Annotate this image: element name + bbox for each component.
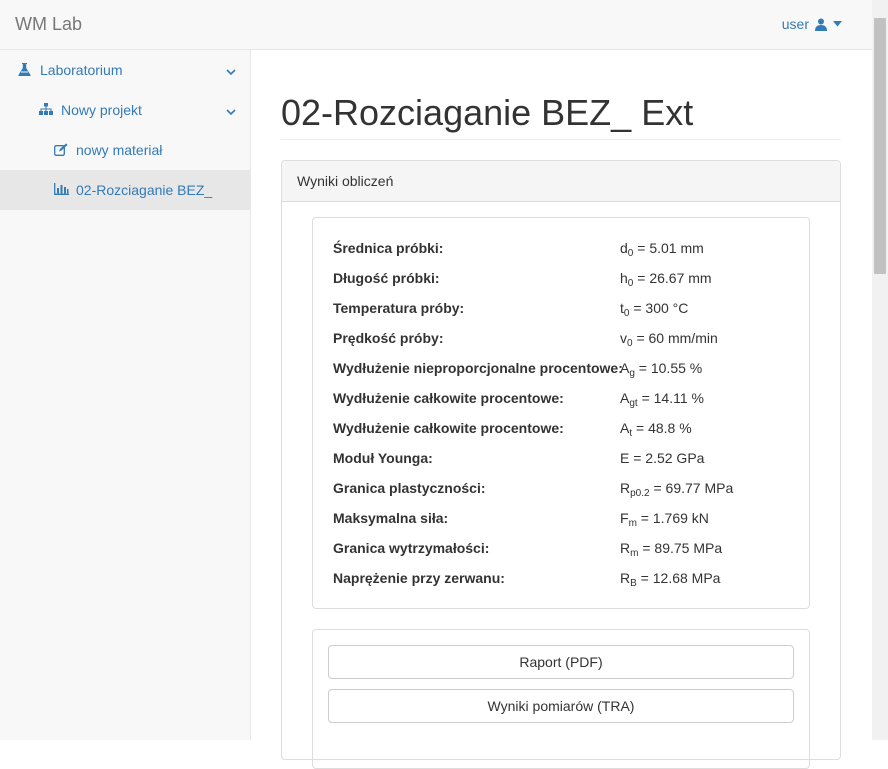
main-content: 02-Rozciaganie BEZ_ Ext Wyniki obliczeń … <box>251 50 872 769</box>
result-value: Agt = 14.11 % <box>620 390 704 409</box>
result-row: Prędkość próby: v0 = 60 mm/min <box>333 330 803 350</box>
result-value: t0 = 300 °C <box>620 300 688 319</box>
result-row: Długość próbki: h0 = 26.67 mm <box>333 270 803 290</box>
result-label: Wydłużenie całkowite procentowe: <box>333 390 564 406</box>
result-value: Fm = 1.769 kN <box>620 510 709 529</box>
user-menu-label: user <box>781 16 809 32</box>
results-panel: Wyniki obliczeń Średnica próbki: d0 = 5.0… <box>281 160 841 769</box>
result-value: RB = 12.68 MPa <box>620 570 720 589</box>
result-row: Granica wytrzymałości: Rm = 89.75 MPa <box>333 540 803 560</box>
result-label: Wydłużenie całkowite procentowe: <box>333 420 564 436</box>
result-row: Wydłużenie całkowite procentowe: Agt = 14… <box>333 390 803 410</box>
sidebar-item-nowy-material[interactable]: nowy materiał <box>0 130 250 170</box>
panel-heading: Wyniki obliczeń <box>282 161 840 202</box>
result-label: Granica plastyczności: <box>333 480 486 496</box>
edit-icon <box>54 143 70 157</box>
user-menu-toggle[interactable]: user <box>782 16 842 32</box>
result-label: Prędkość próby: <box>333 330 444 346</box>
sidebar-item-label: 02-Rozciaganie BEZ_ <box>76 182 213 198</box>
result-symbol: F <box>620 510 629 526</box>
result-value: Rp0.2 = 69.77 MPa <box>620 480 733 499</box>
sidebar: Laboratorium Nowy projekt nowy materiał … <box>0 50 251 740</box>
result-row: Granica plastyczności: Rp0.2 = 69.77 MPa <box>333 480 803 500</box>
result-symbol: h <box>620 270 628 286</box>
result-row: Maksymalna siła: Fm = 1.769 kN <box>333 510 803 530</box>
result-label: Granica wytrzymałości: <box>333 540 490 556</box>
result-symbol: A <box>620 420 630 436</box>
result-value: v0 = 60 mm/min <box>620 330 718 349</box>
result-symbol: A <box>620 360 630 376</box>
report-pdf-button[interactable]: Raport (PDF) <box>328 645 794 679</box>
top-navbar: WM Lab user <box>0 0 872 50</box>
result-value: Ag = 10.55 % <box>620 360 702 379</box>
result-symbol: E <box>620 450 630 466</box>
sidebar-item-rozciaganie[interactable]: 02-Rozciaganie BEZ_ <box>0 170 250 210</box>
results-box: Średnica próbki: d0 = 5.01 mm Długość prób… <box>312 217 810 609</box>
sitemap-icon <box>39 103 55 117</box>
sidebar-item-label: nowy materiał <box>76 142 163 158</box>
user-icon <box>815 18 827 31</box>
result-label: Moduł Younga: <box>333 450 433 466</box>
chevron-down-icon[interactable] <box>226 103 236 119</box>
chevron-down-icon[interactable] <box>226 63 236 79</box>
results-tra-button[interactable]: Wyniki pomiarów (TRA) <box>328 689 794 723</box>
result-amount: = 69.77 MPa <box>649 480 734 496</box>
result-value: E = 2.52 GPa <box>620 450 704 466</box>
result-symbol: v <box>620 330 627 346</box>
result-symbol: A <box>620 390 630 406</box>
result-amount: = 14.11 % <box>637 390 704 406</box>
result-symbol: d <box>620 240 628 256</box>
result-value: At = 48.8 % <box>620 420 692 439</box>
result-row: Wydłużenie nieproporcjonalne procentowe:… <box>333 360 803 380</box>
result-label: Wydłużenie nieproporcjonalne procentowe: <box>333 360 623 376</box>
result-amount: = 89.75 MPa <box>638 540 723 556</box>
caret-down-icon <box>833 21 842 27</box>
result-amount: = 1.769 kN <box>636 510 709 526</box>
result-value: h0 = 26.67 mm <box>620 270 712 289</box>
result-label: Naprężenie przy zerwanu: <box>333 570 505 586</box>
result-value: Rm = 89.75 MPa <box>620 540 722 559</box>
result-label: Długość próbki: <box>333 270 440 286</box>
bar-chart-icon <box>54 183 70 197</box>
page-title: 02-Rozciaganie BEZ_ Ext <box>281 92 694 133</box>
result-symbol: R <box>620 540 631 556</box>
result-row: Średnica próbki: d0 = 5.01 mm <box>333 240 803 260</box>
result-row: Temperatura próby: t0 = 300 °C <box>333 300 803 320</box>
result-subscript: m <box>628 518 637 529</box>
result-label: Temperatura próby: <box>333 300 465 316</box>
sidebar-item-label: Laboratorium <box>40 62 123 78</box>
result-subscript: gt <box>629 398 638 409</box>
scrollbar-thumb[interactable] <box>874 18 886 274</box>
result-amount: = 300 °C <box>629 300 689 316</box>
app-brand[interactable]: WM Lab <box>15 14 82 35</box>
result-row: Wydłużenie całkowite procentowe: At = 48.… <box>333 420 803 440</box>
result-amount: = 5.01 mm <box>633 240 704 256</box>
flask-icon <box>18 63 34 77</box>
sidebar-item-laboratorium[interactable]: Laboratorium <box>0 50 250 90</box>
result-amount: = 2.52 GPa <box>629 450 705 466</box>
result-amount: = 10.55 % <box>634 360 703 376</box>
result-amount: = 60 mm/min <box>632 330 718 346</box>
result-subscript: p0.2 <box>630 488 650 499</box>
result-label: Maksymalna siła: <box>333 510 449 526</box>
title-divider <box>281 139 841 140</box>
result-label: Średnica próbki: <box>333 240 444 256</box>
result-row: Naprężenie przy zerwanu: RB = 12.68 MPa <box>333 570 803 590</box>
result-symbol: R <box>620 570 631 586</box>
result-amount: = 12.68 MPa <box>636 570 721 586</box>
result-amount: = 26.67 mm <box>633 270 712 286</box>
result-amount: = 48.8 % <box>632 420 692 436</box>
downloads-box: Raport (PDF) Wyniki pomiarów (TRA) <box>312 629 810 769</box>
result-row: Moduł Younga: E = 2.52 GPa <box>333 450 803 470</box>
sidebar-item-label: Nowy projekt <box>61 102 142 118</box>
result-symbol: R <box>620 480 631 496</box>
result-value: d0 = 5.01 mm <box>620 240 704 259</box>
result-subscript: B <box>630 578 637 589</box>
sidebar-item-nowy-projekt[interactable]: Nowy projekt <box>0 90 250 130</box>
